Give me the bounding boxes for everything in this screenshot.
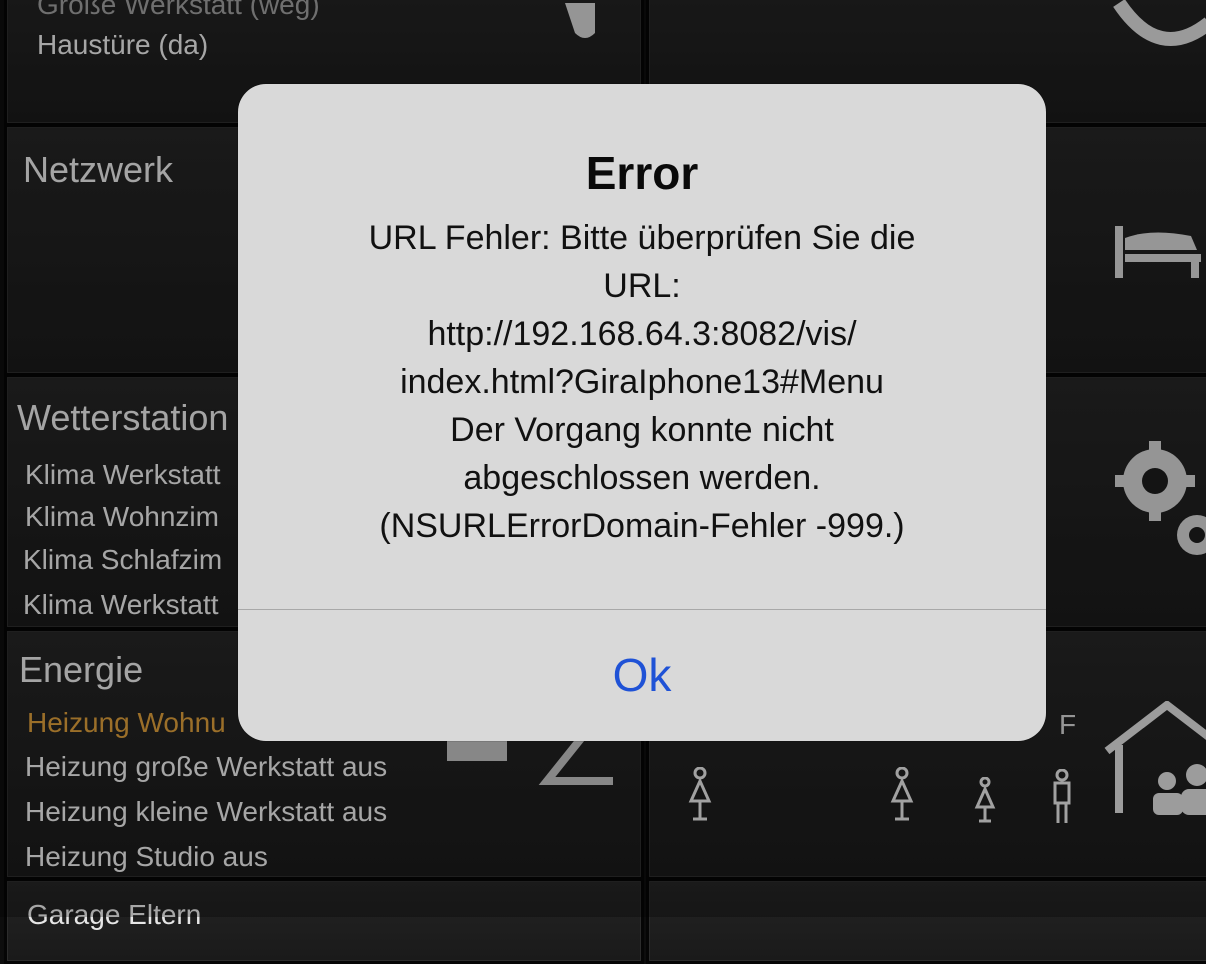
- alert-message-line: URL Fehler: Bitte überprüfen Sie die: [368, 219, 916, 257]
- alert-message-line: http://192.168.64.3:8082/vis/: [427, 315, 857, 353]
- alert-message-line: Der Vorgang konnte nicht: [450, 411, 834, 449]
- alert-message-line: (NSURLErrorDomain-Fehler -999.): [379, 507, 905, 545]
- ok-button[interactable]: Ok: [238, 610, 1046, 741]
- alert-message-line: abgeschlossen werden.: [463, 459, 821, 497]
- alert-title: Error: [585, 147, 699, 199]
- alert-message: URL Fehler: Bitte überprüfen Sie die URL…: [278, 214, 1006, 550]
- error-alert: Error URL Fehler: Bitte überprüfen Sie d…: [238, 84, 1046, 741]
- alert-message-line: URL:: [603, 267, 681, 305]
- alert-message-line: index.html?GiraIphone13#Menu: [400, 363, 884, 401]
